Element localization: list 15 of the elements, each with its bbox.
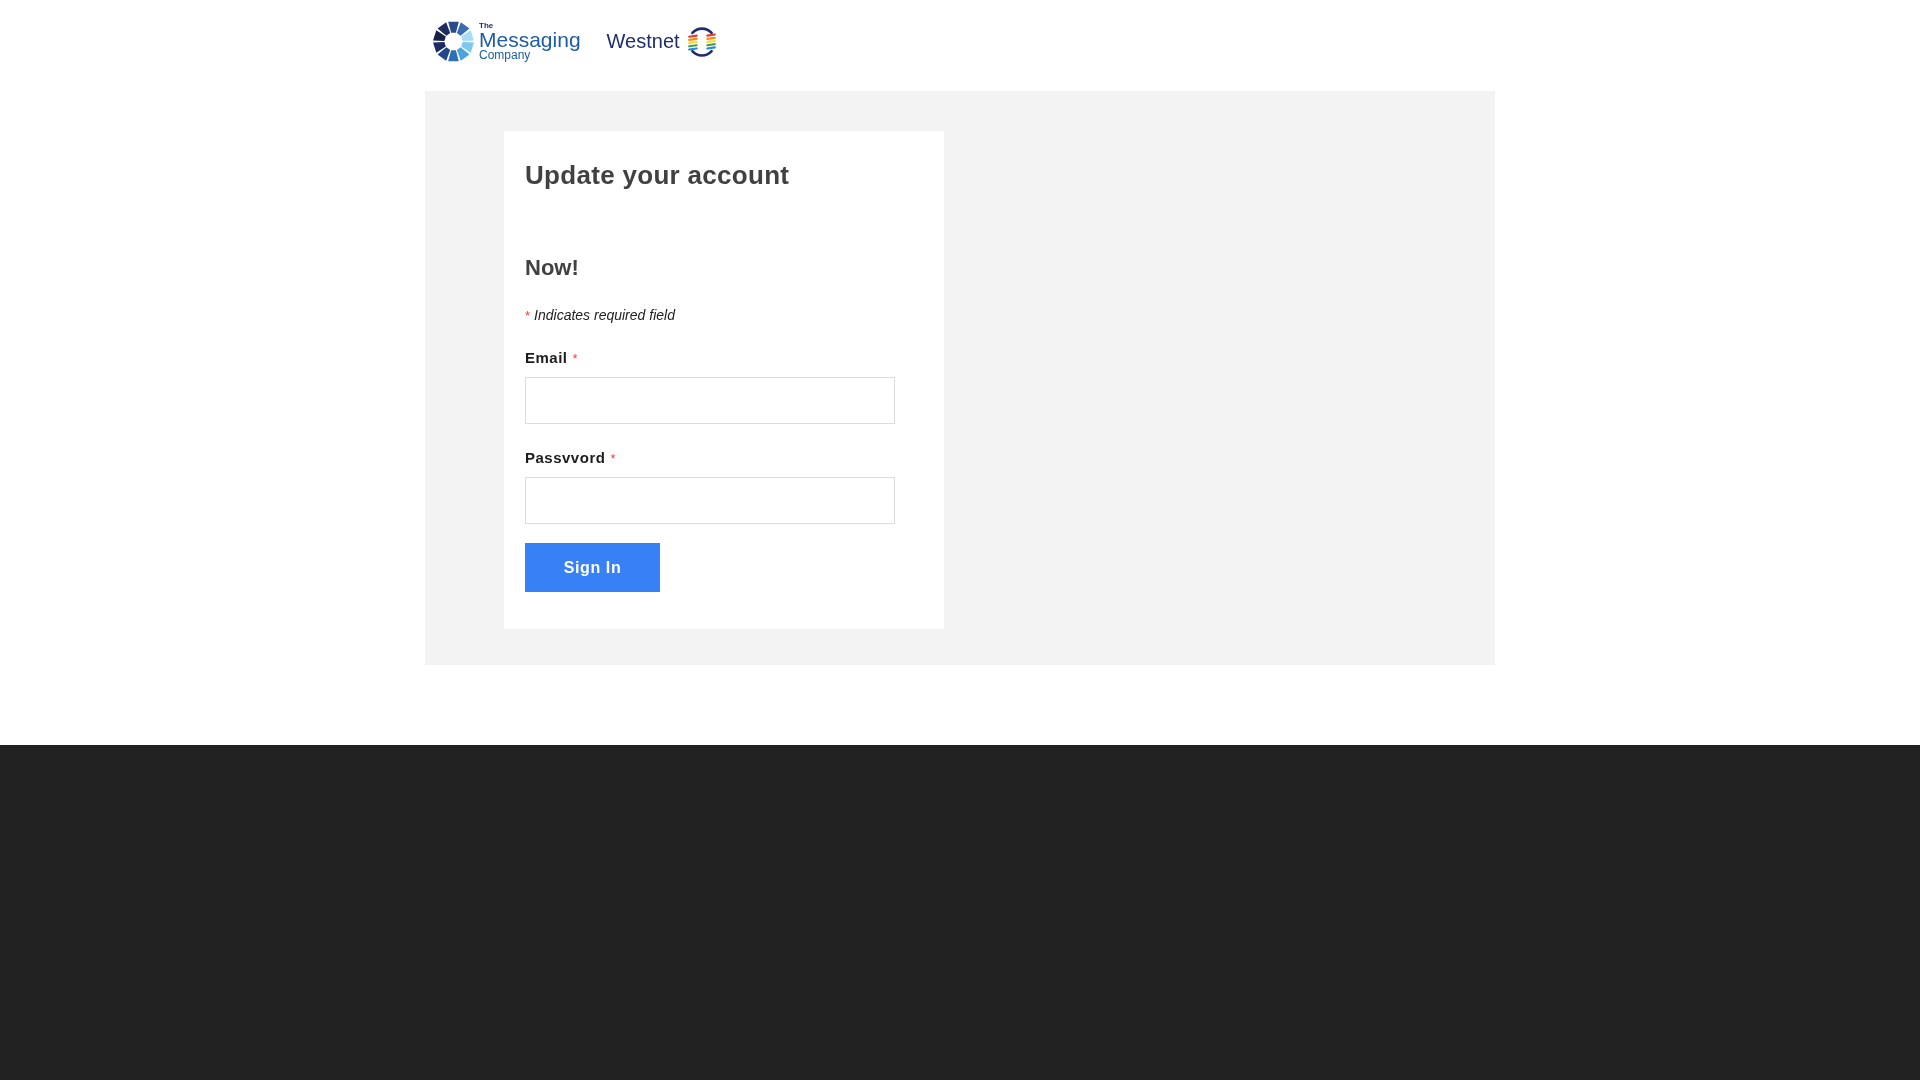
striped-circle-logo-icon — [686, 26, 717, 57]
field-label: Passvvord — [525, 448, 606, 468]
logo-wordmark: The Messaging Company — [479, 22, 581, 61]
form-title: Update your account — [525, 159, 791, 192]
password-field[interactable] — [525, 477, 895, 524]
logo-wordmark: Westnet — [606, 30, 680, 53]
required-asterisk: * — [572, 350, 578, 368]
sign-in-button[interactable]: Sign In — [525, 543, 660, 592]
required-asterisk: * — [525, 307, 531, 325]
required-note: Indicates required field — [534, 306, 675, 325]
required-asterisk: * — [610, 450, 616, 468]
field-label: Email — [525, 348, 568, 368]
mosaic-ring-logo-icon — [433, 21, 474, 62]
email-field[interactable] — [525, 377, 895, 424]
form-subtitle: Now! — [525, 254, 580, 282]
